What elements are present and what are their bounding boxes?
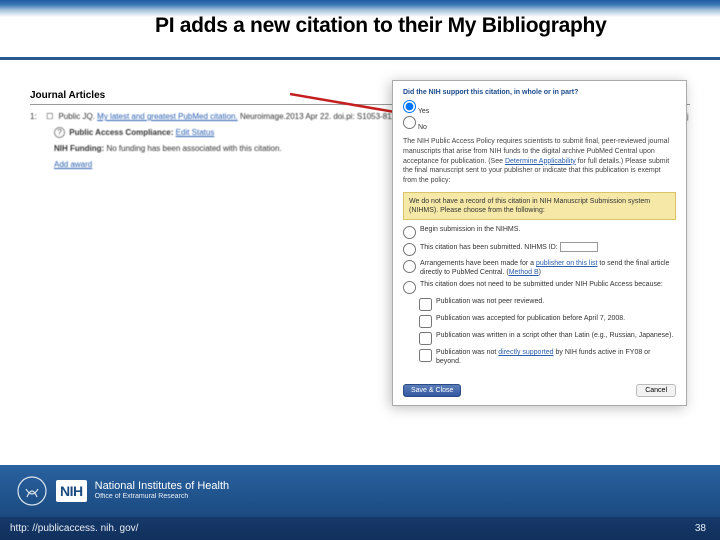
sub-not-peer-reviewed[interactable]: Publication was not peer reviewed. — [419, 297, 676, 311]
determine-applicability-link[interactable]: Determine Applicability — [505, 158, 576, 165]
footer-url: http: //publicaccess. nih. gov/ — [10, 523, 138, 534]
citation-author: Public JQ. — [58, 112, 94, 121]
sub-not-nih-supported[interactable]: Publication was not directly supported b… — [419, 348, 676, 366]
edit-status-link[interactable]: Edit Status — [176, 128, 215, 137]
method-b-link[interactable]: Method B — [509, 269, 539, 276]
footer-bottom: http: //publicaccess. nih. gov/ 38 — [0, 517, 720, 540]
citation-number: 1: — [30, 111, 44, 123]
compliance-label: Public Access Compliance: — [69, 128, 173, 137]
funding-label: NIH Funding: — [54, 144, 104, 153]
sub-before-2008[interactable]: Publication was accepted for publication… — [419, 314, 676, 328]
nihms-banner: We do not have a record of this citation… — [403, 192, 676, 220]
cancel-button[interactable]: Cancel — [636, 384, 676, 397]
nih-mark: NIH — [56, 480, 87, 502]
opt-already-submitted[interactable]: This citation has been submitted. NIHMS … — [403, 242, 676, 256]
yes-no-group: Yes No — [403, 100, 676, 131]
opt-exempt[interactable]: This citation does not need to be submit… — [403, 280, 676, 294]
opt-begin-submission[interactable]: Begin submission in the NIHMS. — [403, 225, 676, 239]
nihms-id-input[interactable] — [560, 242, 598, 252]
add-award-link[interactable]: Add award — [54, 160, 92, 169]
slide-title: PI adds a new citation to their My Bibli… — [155, 14, 720, 38]
policy-text: The NIH Public Access Policy requires sc… — [403, 137, 676, 186]
citation-checkbox[interactable]: ☐ — [46, 111, 56, 123]
compliance-dialog: Did the NIH support this citation, in wh… — [392, 80, 687, 406]
org-name: National Institutes of Health — [95, 480, 230, 493]
hhs-seal-icon — [16, 475, 48, 507]
save-close-button[interactable]: Save & Close — [403, 384, 461, 397]
slide-content: Journal Articles 1: ☐ Public JQ. My late… — [0, 60, 720, 171]
dialog-question: Did the NIH support this citation, in wh… — [403, 89, 676, 96]
help-icon[interactable]: ? — [54, 127, 65, 138]
funding-text: No funding has been associated with this… — [106, 144, 281, 153]
footer-branding: NIH National Institutes of Health Office… — [0, 465, 720, 517]
slide-header: PI adds a new citation to their My Bibli… — [0, 0, 720, 60]
citation-title-link[interactable]: My latest and greatest PubMed citation. — [97, 112, 238, 121]
sub-non-latin[interactable]: Publication was written in a script othe… — [419, 331, 676, 345]
page-number: 38 — [695, 523, 706, 534]
opt-publisher-arrangement[interactable]: Arrangements have been made for a publis… — [403, 259, 676, 277]
directly-supported-link[interactable]: directly supported — [498, 349, 553, 356]
radio-yes[interactable]: Yes — [403, 100, 676, 115]
publisher-list-link[interactable]: publisher on this list — [536, 260, 597, 267]
office-name: Office of Extramural Research — [95, 493, 230, 501]
radio-no[interactable]: No — [403, 116, 676, 131]
